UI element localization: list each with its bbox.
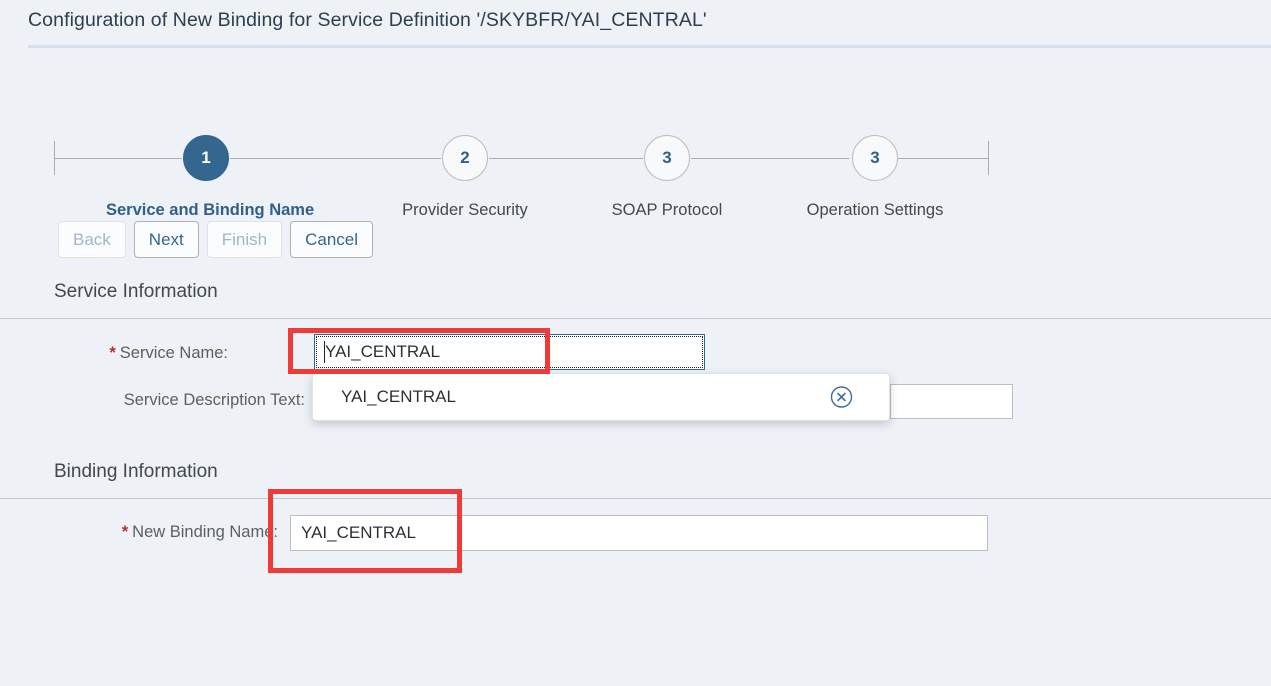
service-name-input[interactable]: YAI_CENTRAL <box>314 334 705 370</box>
wizard-step-2-label: Provider Security <box>402 201 528 219</box>
binding-information-heading: Binding Information <box>54 461 218 482</box>
wizard-end-cap <box>988 141 989 175</box>
new-binding-name-label-text: New Binding Name: <box>132 523 278 541</box>
wizard-step-4-number: 3 <box>852 135 898 181</box>
wizard-step-3-number: 3 <box>644 135 690 181</box>
wizard-step-service-and-binding-name[interactable]: 1 Service and Binding Name <box>106 135 315 220</box>
service-name-value: YAI_CENTRAL <box>325 342 440 361</box>
finish-button[interactable]: Finish <box>206 221 283 258</box>
service-description-label-text: Service Description Text: <box>123 391 305 409</box>
page-title: Configuration of New Binding for Service… <box>28 9 707 31</box>
service-information-heading: Service Information <box>54 281 218 302</box>
required-asterisk: * <box>109 344 116 362</box>
binding-information-divider <box>0 498 1271 499</box>
service-description-label: Service Description Text: <box>60 391 305 410</box>
wizard-step-4-label: Operation Settings <box>806 201 944 219</box>
suggestion-item-label: YAI_CENTRAL <box>341 387 456 406</box>
back-button[interactable]: Back <box>58 221 126 258</box>
service-name-suggestion-dropdown[interactable]: YAI_CENTRAL <box>312 373 890 421</box>
wizard-step-1-label: Service and Binding Name <box>106 201 315 219</box>
wizard-step-provider-security[interactable]: 2 Provider Security <box>365 135 565 220</box>
wizard-step-soap-protocol[interactable]: 3 SOAP Protocol <box>567 135 767 220</box>
service-description-input[interactable] <box>890 384 1013 419</box>
new-binding-name-label: * New Binding Name: <box>60 523 278 542</box>
wizard-step-3-label: SOAP Protocol <box>611 201 723 219</box>
service-information-divider <box>0 318 1271 319</box>
wizard-page: Configuration of New Binding for Service… <box>0 0 1271 686</box>
service-name-label-text: Service Name: <box>119 344 228 362</box>
new-binding-name-value: YAI_CENTRAL <box>301 523 416 542</box>
wizard-step-operation-settings[interactable]: 3 Operation Settings <box>775 135 975 220</box>
cancel-button[interactable]: Cancel <box>290 221 374 258</box>
wizard-step-2-number: 2 <box>442 135 488 181</box>
header-divider <box>28 45 1271 48</box>
next-button[interactable]: Next <box>133 221 199 258</box>
service-name-label: * Service Name: <box>60 344 228 363</box>
required-asterisk: * <box>121 523 129 541</box>
wizard-progress-bar: 1 Service and Binding Name 2 Provider Se… <box>0 60 1271 219</box>
wizard-button-bar: Back Next Finish Cancel <box>58 221 374 258</box>
new-binding-name-input[interactable]: YAI_CENTRAL <box>290 515 988 551</box>
wizard-step-1-number: 1 <box>183 135 229 181</box>
clear-circle-icon[interactable] <box>830 386 853 409</box>
